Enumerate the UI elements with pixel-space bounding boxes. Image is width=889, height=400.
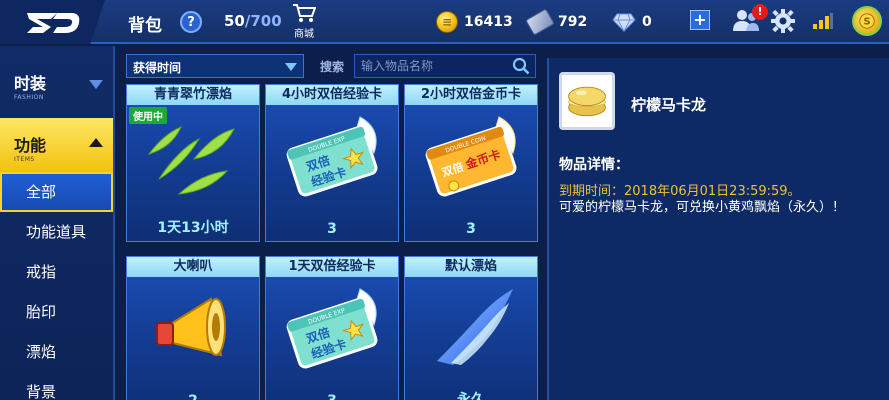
game-logo[interactable] bbox=[0, 0, 105, 44]
player-avatar[interactable]: S bbox=[852, 6, 882, 36]
item-quantity: 3 bbox=[266, 393, 398, 400]
chevron-up-icon bbox=[89, 138, 103, 147]
megaphone-icon bbox=[156, 297, 226, 357]
coin-icon: ≡ bbox=[436, 11, 458, 33]
sidebar-item-function-props[interactable]: 功能道具 bbox=[0, 212, 113, 252]
exp-card-icon: DOUBLE EXP 双倍 经验卡 bbox=[286, 288, 378, 369]
voucher-value: 792 bbox=[558, 14, 588, 30]
search-label: 搜索 bbox=[320, 60, 345, 74]
item-name: 4小时双倍经验卡 bbox=[266, 85, 398, 105]
capacity-current: 50 bbox=[224, 12, 245, 30]
item-detail-panel: 柠檬马卡龙 物品详情： 到期时间：2018年06月01日23:59:59。 可爱… bbox=[547, 58, 889, 400]
item-card[interactable]: 默认漂焰 永久 bbox=[404, 256, 538, 400]
diamond-value: 0 bbox=[642, 14, 652, 30]
sidebar-item-backgrounds[interactable]: 背景 bbox=[0, 372, 113, 400]
capacity-counter: 50/700 bbox=[224, 12, 282, 30]
gear-icon[interactable] bbox=[770, 8, 796, 34]
svg-text:S: S bbox=[863, 17, 870, 28]
top-bar: 背包 ? 50/700 商城 ≡ 16413 792 0 + ! S bbox=[0, 0, 889, 44]
category-function-sublabel: ITEMS bbox=[14, 156, 35, 163]
shop-label: 商城 bbox=[294, 29, 314, 40]
item-card[interactable]: 大喇叭 2 bbox=[126, 256, 260, 400]
item-name: 默认漂焰 bbox=[405, 257, 537, 277]
gold-card-icon: DOUBLE COIN 双倍 金币卡 bbox=[425, 116, 517, 197]
detail-heading: 物品详情： bbox=[559, 157, 629, 173]
category-fashion[interactable]: 时装 FASHION bbox=[0, 56, 113, 110]
chevron-down-icon bbox=[285, 63, 297, 71]
item-quantity: 3 bbox=[466, 221, 476, 237]
notification-badge: ! bbox=[752, 4, 768, 20]
item-quantity: 3 bbox=[327, 221, 337, 237]
category-fashion-sublabel: FASHION bbox=[14, 94, 44, 101]
item-name: 大喇叭 bbox=[127, 257, 259, 277]
item-name: 2小时双倍金币卡 bbox=[405, 85, 537, 105]
search-input[interactable] bbox=[354, 54, 536, 78]
help-button[interactable]: ? bbox=[180, 11, 202, 33]
sort-dropdown[interactable]: 获得时间 bbox=[126, 54, 304, 78]
category-function-label: 功能 bbox=[14, 136, 47, 155]
category-sidebar: 时装 FASHION 功能 ITEMS 全部 功能道具 戒指 胎印 漂焰 背景 bbox=[0, 46, 115, 400]
coin-mascot-icon: S bbox=[859, 13, 875, 29]
macaron-icon bbox=[568, 86, 606, 117]
item-card[interactable]: 青青翠竹漂焰 使用中 1天13小时 bbox=[126, 84, 260, 242]
sidebar-item-all[interactable]: 全部 bbox=[0, 172, 113, 212]
sidebar-item-drift-flames[interactable]: 漂焰 bbox=[0, 332, 113, 372]
capacity-max: 700 bbox=[250, 12, 282, 30]
item-card[interactable]: 2小时双倍金币卡 DOUBLE COIN 双倍 金币卡 3 bbox=[404, 84, 538, 242]
diamond-icon bbox=[612, 13, 636, 32]
item-quantity: 1天13小时 bbox=[157, 220, 229, 236]
detail-description: 可爱的柠檬马卡龙，可兑换小黄鸡飘焰（永久）！ bbox=[559, 200, 846, 215]
item-quantity: 2 bbox=[127, 393, 259, 400]
category-function[interactable]: 功能 ITEMS bbox=[0, 118, 113, 172]
item-quantity: 永久 bbox=[457, 392, 485, 400]
item-grid: 青青翠竹漂焰 使用中 1天13小时 4小时双倍经验卡 DOUBLE EXP 双倍… bbox=[126, 84, 538, 400]
recharge-button[interactable]: + bbox=[690, 10, 710, 30]
item-card[interactable]: 1天双倍经验卡 DOUBLE EXP 双倍 经验卡 3 bbox=[265, 256, 399, 400]
signal-strength-icon bbox=[813, 13, 833, 29]
detail-expire-time: 到期时间：2018年06月01日23:59:59。 bbox=[559, 184, 801, 199]
bamboo-leaves-icon bbox=[147, 126, 235, 195]
exp-card-icon: DOUBLE EXP 双倍 经验卡 bbox=[286, 116, 378, 197]
diamond-balance[interactable]: 0 bbox=[612, 9, 652, 35]
item-name: 青青翠竹漂焰 bbox=[127, 85, 259, 105]
detail-item-name: 柠檬马卡龙 bbox=[631, 96, 707, 114]
voucher-icon bbox=[525, 8, 555, 36]
blue-flame-icon bbox=[437, 289, 513, 365]
sidebar-item-tire-marks[interactable]: 胎印 bbox=[0, 292, 113, 332]
sort-dropdown-value: 获得时间 bbox=[133, 61, 182, 75]
coin-balance[interactable]: ≡ 16413 bbox=[436, 9, 513, 35]
page-title: 背包 bbox=[128, 16, 162, 36]
coin-value: 16413 bbox=[464, 14, 513, 30]
shopping-cart-icon bbox=[293, 4, 317, 22]
item-card[interactable]: 4小时双倍经验卡 DOUBLE EXP 双倍 经验卡 3 bbox=[265, 84, 399, 242]
voucher-balance[interactable]: 792 bbox=[525, 8, 588, 36]
chevron-down-icon bbox=[89, 80, 103, 89]
item-name: 1天双倍经验卡 bbox=[266, 257, 398, 277]
search-icon[interactable] bbox=[512, 57, 530, 75]
sidebar-item-rings[interactable]: 戒指 bbox=[0, 252, 113, 292]
shop-button[interactable]: 商城 bbox=[286, 3, 322, 41]
game-logo-icon bbox=[26, 13, 79, 33]
item-thumbnail bbox=[559, 72, 615, 130]
